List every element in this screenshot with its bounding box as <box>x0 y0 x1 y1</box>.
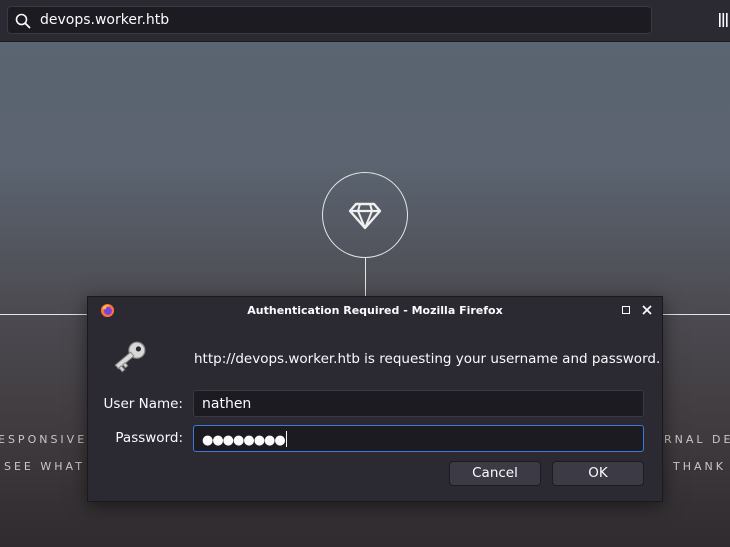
library-icon[interactable] <box>719 13 730 27</box>
password-field[interactable]: ●●●●●●●● <box>193 425 644 452</box>
text-caret <box>285 431 288 447</box>
auth-dialog: Authentication Required - Mozilla Firefo… <box>87 296 663 502</box>
url-text[interactable]: devops.worker.htb <box>40 12 169 28</box>
username-field[interactable]: nathen <box>193 390 644 417</box>
username-value: nathen <box>202 396 252 412</box>
browser-toolbar: devops.worker.htb <box>0 0 730 42</box>
page-text-left-1: ESPONSIVE <box>0 433 88 446</box>
dialog-titlebar[interactable]: Authentication Required - Mozilla Firefo… <box>88 297 662 324</box>
maximize-icon[interactable] <box>622 306 630 314</box>
page-text-right-1: RNAL DE <box>664 433 730 446</box>
password-value: ●●●●●●●● <box>202 433 286 448</box>
ok-button[interactable]: OK <box>552 461 644 486</box>
password-label: Password: <box>115 430 183 446</box>
connector-line-left <box>0 314 88 315</box>
auth-message: http://devops.worker.htb is requesting y… <box>194 351 661 367</box>
close-icon[interactable] <box>641 304 653 316</box>
logo-circle <box>322 172 408 258</box>
dialog-title: Authentication Required - Mozilla Firefo… <box>247 304 503 317</box>
page-text-right-2: THANK <box>673 460 726 473</box>
username-label: User Name: <box>103 396 183 412</box>
search-icon <box>15 13 31 29</box>
connector-line-right <box>662 314 730 315</box>
diamond-icon <box>348 202 382 230</box>
cancel-button[interactable]: Cancel <box>449 461 541 486</box>
url-bar[interactable]: devops.worker.htb <box>7 6 652 34</box>
key-icon <box>114 341 146 373</box>
connector-line-vertical <box>365 258 366 298</box>
